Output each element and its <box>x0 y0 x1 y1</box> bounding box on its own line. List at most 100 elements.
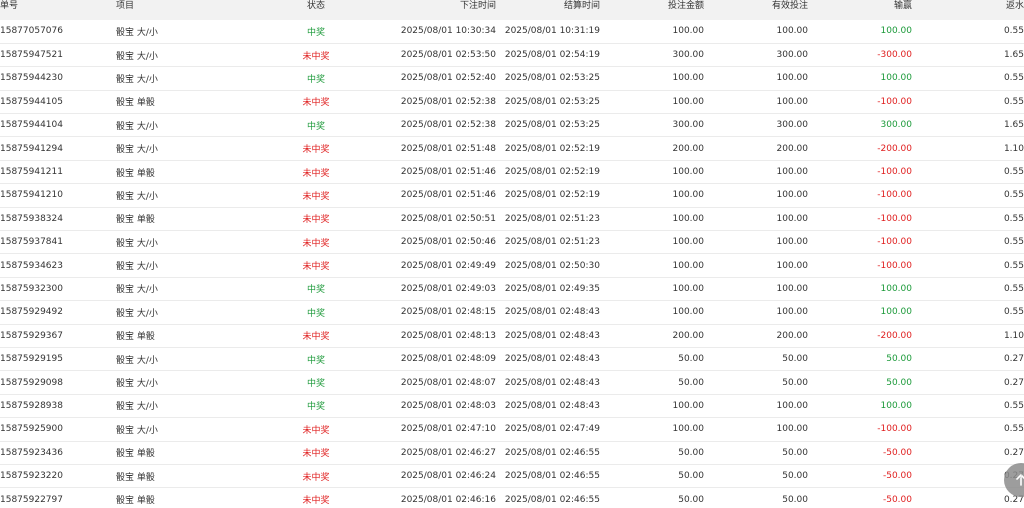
cell-id: 15875929098 <box>0 377 63 388</box>
cell-bet-time: 2025/08/01 02:48:13 <box>400 330 496 341</box>
table-row[interactable]: 15875923220 骰宝 单骰 未中奖 2025/08/01 02:46:24 20… <box>0 464 1024 488</box>
table-row[interactable]: 15875932300 骰宝 大/小 中奖 2025/08/01 02:49:03 20… <box>0 277 1024 301</box>
cell-id: 15875929492 <box>0 307 63 318</box>
table-body: 15877057076 骰宝 大/小 中奖 2025/08/01 10:30:34 20… <box>0 20 1024 508</box>
col-header-win-loss[interactable]: 输赢 <box>808 0 912 20</box>
table-row[interactable]: 15875944230 骰宝 大/小 中奖 2025/08/01 02:52:40 20… <box>0 67 1024 91</box>
cell-id: 15875932300 <box>0 283 63 294</box>
cell-bet-time: 2025/08/01 02:51:48 <box>400 143 496 154</box>
cell-effective: 50.00 <box>782 354 808 365</box>
col-header-id[interactable]: 单号 <box>0 0 116 20</box>
cell-settle-time: 2025/08/01 02:48:43 <box>504 400 600 411</box>
cell-win-loss: 100.00 <box>880 307 913 318</box>
cell-bet-time: 2025/08/01 02:51:46 <box>400 190 496 201</box>
table-row[interactable]: 15875929492 骰宝 大/小 中奖 2025/08/01 02:48:15 20… <box>0 301 1024 325</box>
cell-rebate: 0.55 <box>1003 237 1024 248</box>
col-header-rebate[interactable]: 返水 <box>912 0 1024 20</box>
cell-amount: 100.00 <box>672 190 705 201</box>
cell-effective: 50.00 <box>782 377 808 388</box>
col-header-item[interactable]: 项目 <box>116 0 276 20</box>
table-row[interactable]: 15875938324 骰宝 单骰 未中奖 2025/08/01 02:50:51 20… <box>0 207 1024 231</box>
cell-status: 未中奖 <box>302 191 330 202</box>
cell-rebate: 0.55 <box>1003 96 1024 107</box>
cell-id: 15875929195 <box>0 354 63 365</box>
table-header: 单号 项目 状态 下注时间 结算时间 投注金额 有效投注 输赢 返水 <box>0 0 1024 20</box>
cell-effective: 100.00 <box>776 237 809 248</box>
cell-bet-time: 2025/08/01 02:46:24 <box>400 471 496 482</box>
table-row[interactable]: 15877057076 骰宝 大/小 中奖 2025/08/01 10:30:34 20… <box>0 20 1024 44</box>
table-row[interactable]: 15875928938 骰宝 大/小 中奖 2025/08/01 02:48:03 20… <box>0 394 1024 418</box>
table-row[interactable]: 15875929195 骰宝 大/小 中奖 2025/08/01 02:48:09 20… <box>0 347 1024 371</box>
table-row[interactable]: 15875923436 骰宝 单骰 未中奖 2025/08/01 02:46:27 20… <box>0 441 1024 465</box>
table-row[interactable]: 15875922797 骰宝 单骰 未中奖 2025/08/01 02:46:16 20… <box>0 488 1024 508</box>
cell-status: 未中奖 <box>302 51 330 62</box>
cell-rebate: 0.55 <box>1003 26 1024 37</box>
cell-settle-time: 2025/08/01 02:48:43 <box>504 377 600 388</box>
cell-amount: 100.00 <box>672 26 705 37</box>
table-row[interactable]: 15875941210 骰宝 大/小 未中奖 2025/08/01 02:51:46 2… <box>0 184 1024 208</box>
cell-item: 骰宝 单骰 <box>116 496 155 506</box>
cell-settle-time: 2025/08/01 02:50:30 <box>504 260 600 271</box>
table-row[interactable]: 15875929367 骰宝 单骰 未中奖 2025/08/01 02:48:13 20… <box>0 324 1024 348</box>
col-header-amount[interactable]: 投注金额 <box>600 0 704 20</box>
cell-rebate: 0.55 <box>1003 400 1024 411</box>
cell-win-loss: -100.00 <box>877 424 912 435</box>
col-header-effective[interactable]: 有效投注 <box>704 0 808 20</box>
col-header-settle-time[interactable]: 结算时间 <box>496 0 600 20</box>
cell-item: 骰宝 大/小 <box>116 51 158 62</box>
cell-settle-time: 2025/08/01 02:46:55 <box>504 471 600 482</box>
cell-effective: 100.00 <box>776 96 809 107</box>
table-row[interactable]: 15875929098 骰宝 大/小 中奖 2025/08/01 02:48:07 20… <box>0 371 1024 395</box>
col-header-status[interactable]: 状态 <box>276 0 356 20</box>
cell-bet-time: 2025/08/01 02:49:49 <box>400 260 496 271</box>
cell-bet-time: 2025/08/01 02:49:03 <box>400 283 496 294</box>
cell-item: 骰宝 单骰 <box>116 449 155 460</box>
cell-rebate: 0.27 <box>1003 354 1024 365</box>
cell-id: 15875922797 <box>0 494 63 505</box>
cell-status: 未中奖 <box>302 496 330 506</box>
table-row[interactable]: 15875941294 骰宝 大/小 未中奖 2025/08/01 02:51:48 2… <box>0 137 1024 161</box>
cell-bet-time: 2025/08/01 02:48:07 <box>400 377 496 388</box>
cell-item: 骰宝 大/小 <box>116 27 158 38</box>
cell-status: 中奖 <box>306 74 325 85</box>
table-row[interactable]: 15875947521 骰宝 大/小 未中奖 2025/08/01 02:53:50 2… <box>0 43 1024 67</box>
table-row[interactable]: 15875934623 骰宝 大/小 未中奖 2025/08/01 02:49:49 2… <box>0 254 1024 278</box>
cell-status: 中奖 <box>306 27 325 38</box>
table-row[interactable]: 15875944104 骰宝 大/小 中奖 2025/08/01 02:52:38 20… <box>0 114 1024 137</box>
cell-win-loss: 100.00 <box>880 73 913 84</box>
cell-effective: 100.00 <box>776 73 809 84</box>
cell-status: 中奖 <box>306 402 325 413</box>
cell-effective: 100.00 <box>776 167 809 178</box>
table-row[interactable]: 15875937841 骰宝 大/小 未中奖 2025/08/01 02:50:46 2… <box>0 231 1024 254</box>
cell-status: 中奖 <box>306 285 325 296</box>
cell-status: 未中奖 <box>302 472 330 483</box>
cell-effective: 300.00 <box>776 120 809 131</box>
cell-rebate: 0.55 <box>1003 260 1024 271</box>
cell-effective: 100.00 <box>776 26 809 37</box>
cell-settle-time: 2025/08/01 10:31:19 <box>504 26 600 37</box>
cell-status: 中奖 <box>306 121 325 132</box>
bet-history-table: 单号 项目 状态 下注时间 结算时间 投注金额 有效投注 输赢 返水 15877… <box>0 0 1024 508</box>
cell-id: 15875944104 <box>0 120 63 131</box>
cell-effective: 100.00 <box>776 400 809 411</box>
cell-effective: 100.00 <box>776 424 809 435</box>
bet-history-table-wrap[interactable]: 单号 项目 状态 下注时间 结算时间 投注金额 有效投注 输赢 返水 15877… <box>0 0 1024 508</box>
table-row[interactable]: 15875925900 骰宝 大/小 未中奖 2025/08/01 02:47:10 2… <box>0 418 1024 442</box>
table-row[interactable]: 15875944105 骰宝 单骰 未中奖 2025/08/01 02:52:38 20… <box>0 90 1024 114</box>
cell-id: 15875923436 <box>0 447 63 458</box>
cell-win-loss: -50.00 <box>882 471 912 482</box>
col-header-bet-time[interactable]: 下注时间 <box>356 0 496 20</box>
cell-rebate: 0.55 <box>1003 190 1024 201</box>
cell-bet-time: 2025/08/01 02:48:09 <box>400 354 496 365</box>
cell-bet-time: 2025/08/01 02:52:38 <box>400 120 496 131</box>
table-row[interactable]: 15875941211 骰宝 单骰 未中奖 2025/08/01 02:51:46 20… <box>0 160 1024 184</box>
arrow-up-icon <box>1016 474 1024 486</box>
cell-effective: 300.00 <box>776 50 809 61</box>
cell-win-loss: 100.00 <box>880 400 913 411</box>
cell-bet-time: 2025/08/01 02:51:46 <box>400 167 496 178</box>
cell-item: 骰宝 单骰 <box>116 215 155 226</box>
cell-settle-time: 2025/08/01 02:48:43 <box>504 307 600 318</box>
cell-status: 未中奖 <box>302 425 330 436</box>
cell-rebate: 1.10 <box>1003 143 1024 154</box>
cell-amount: 300.00 <box>672 120 705 131</box>
